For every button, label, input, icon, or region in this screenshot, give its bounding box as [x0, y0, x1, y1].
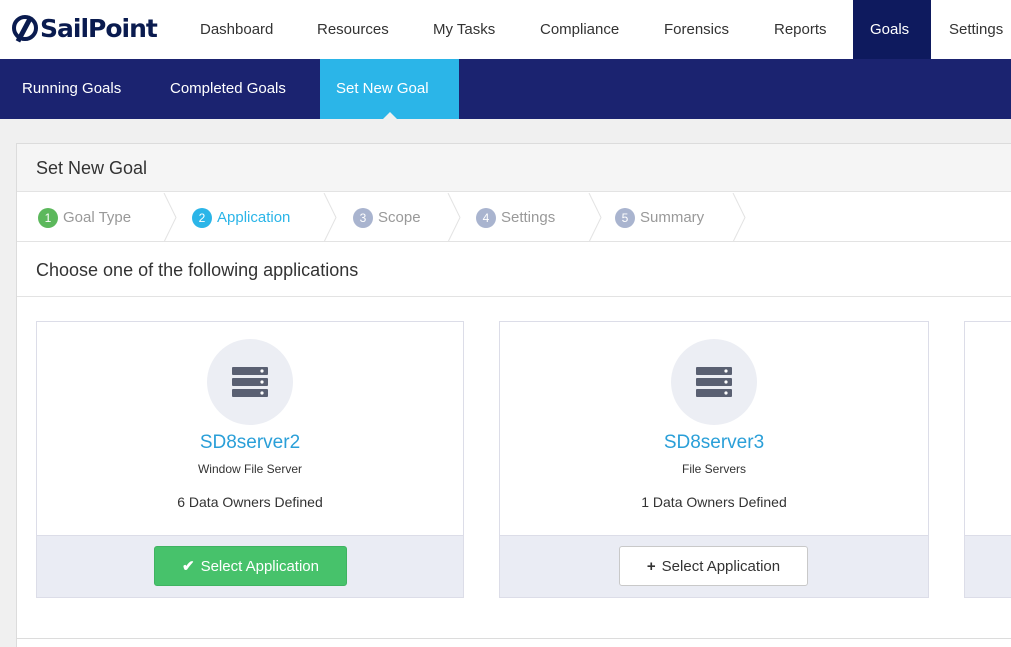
step-number: 1 [38, 207, 58, 228]
logo-text: SailPoint [40, 13, 158, 43]
plus-icon: + [646, 557, 656, 575]
step-separator-icon [732, 193, 746, 242]
subnav-running-goals[interactable]: Running Goals [0, 59, 156, 119]
select-application-button[interactable]: ✔ Select Application [154, 546, 347, 586]
card-footer [965, 535, 1011, 597]
wizard-step-scope[interactable]: 3 Scope [353, 193, 421, 242]
wizard-steps: 1 Goal Type 2 Application 3 Scope 4 Sett… [17, 193, 1011, 242]
server-icon [696, 367, 732, 397]
set-new-goal-panel: Set New Goal 1 Goal Type 2 Application 3… [16, 143, 1011, 647]
data-owners-count: 6 Data Owners Defined [177, 494, 323, 510]
application-name[interactable]: SD8server2 [37, 432, 463, 454]
card-footer: + Select Application [500, 535, 928, 597]
wizard-step-application[interactable]: 2 Application [192, 193, 290, 242]
nav-reports[interactable]: Reports [761, 0, 849, 59]
step-number: 2 [192, 207, 212, 228]
nav-my-tasks[interactable]: My Tasks [420, 0, 520, 59]
step-separator-icon [588, 193, 602, 242]
card-footer: ✔ Select Application [37, 535, 463, 597]
choose-applications-heading: Choose one of the following applications [36, 260, 359, 280]
application-card[interactable]: SD8server3 File Servers 1 Data Owners De… [499, 321, 929, 598]
check-icon: ✔ [182, 558, 195, 575]
application-card[interactable]: SD8server2 Window File Server 6 Data Own… [36, 321, 464, 598]
nav-goals[interactable]: Goals [853, 0, 931, 59]
application-type: File Servers [681, 462, 746, 476]
divider [16, 638, 1011, 639]
top-navbar: SailPoint Dashboard Resources My Tasks C… [0, 0, 1011, 59]
step-label: Goal Type [63, 209, 132, 226]
wizard-step-settings[interactable]: 4 Settings [476, 193, 555, 242]
nav-settings[interactable]: Settings [936, 0, 1011, 59]
step-label: Settings [501, 209, 556, 226]
step-number: 5 [615, 207, 635, 228]
subnav-set-new-goal[interactable]: Set New Goal [320, 59, 459, 120]
step-label: Summary [640, 209, 705, 226]
step-separator-icon [447, 193, 461, 242]
nav-forensics[interactable]: Forensics [651, 0, 755, 59]
wizard-step-goal-type[interactable]: 1 Goal Type [38, 193, 131, 242]
step-number: 3 [353, 207, 373, 228]
subnav-completed-goals[interactable]: Completed Goals [156, 59, 320, 119]
step-label: Scope [378, 209, 421, 226]
nav-compliance[interactable]: Compliance [527, 0, 645, 59]
application-name[interactable]: SD8server3 [500, 432, 928, 454]
button-label: Select Application [661, 557, 781, 575]
sailpoint-logo[interactable]: SailPoint [12, 12, 158, 44]
step-number: 4 [476, 207, 496, 228]
step-separator-icon [163, 193, 177, 242]
application-card-partial[interactable] [964, 321, 1011, 598]
button-label: Select Application [200, 557, 319, 575]
data-owners-count: 1 Data Owners Defined [641, 494, 787, 510]
nav-dashboard[interactable]: Dashboard [187, 0, 293, 59]
wizard-step-summary[interactable]: 5 Summary [615, 193, 704, 242]
sailpoint-logo-mark-icon [12, 15, 38, 41]
panel-header: Set New Goal [17, 144, 1011, 192]
goals-subnav: Running Goals Completed Goals Set New Go… [0, 59, 1011, 120]
server-icon [232, 367, 268, 397]
application-type: Window File Server [197, 462, 303, 476]
server-icon-circle [671, 339, 757, 425]
nav-resources[interactable]: Resources [304, 0, 414, 59]
server-icon-circle [207, 339, 293, 425]
divider [17, 296, 1011, 297]
select-application-button[interactable]: + Select Application [619, 546, 808, 586]
panel-title: Set New Goal [36, 158, 148, 178]
step-separator-icon [323, 193, 337, 242]
step-label: Application [217, 209, 291, 226]
